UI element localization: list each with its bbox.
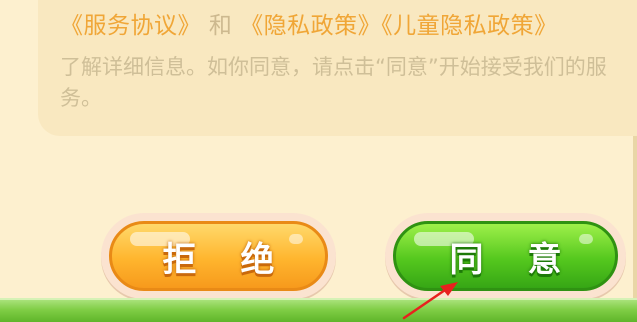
service-agreement-link[interactable]: 《服务协议》 xyxy=(60,13,201,39)
agreement-description: 了解详细信息。如你同意，请点击“同意”开始接受我们的服务。 xyxy=(60,55,607,110)
privacy-dialog: 《服务协议》 和 《隐私政策》《儿童隐私政策》 了解详细信息。如你同意，请点击“… xyxy=(0,0,637,299)
and-text: 和 xyxy=(208,13,233,39)
child-privacy-policy-link[interactable]: 《儿童隐私政策》 xyxy=(381,13,558,39)
reject-button-label: 拒绝 xyxy=(162,239,319,280)
privacy-policy-link[interactable]: 《隐私政策》 xyxy=(240,13,381,39)
red-arrow-icon xyxy=(402,282,458,320)
agreement-links: 《服务协议》 和 《隐私政策》《儿童隐私政策》 xyxy=(60,6,558,40)
grass-ground xyxy=(0,298,637,322)
reject-button[interactable]: 拒绝 xyxy=(109,221,328,291)
